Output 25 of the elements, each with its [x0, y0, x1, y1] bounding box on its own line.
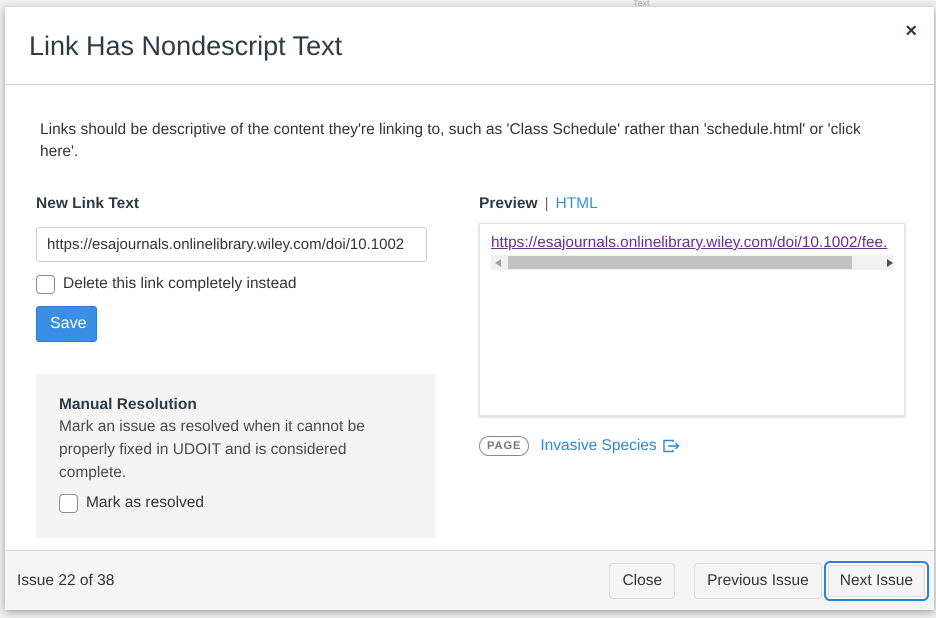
- preview-tab[interactable]: Preview: [479, 194, 538, 214]
- panel-description: Mark an issue as resolved when it cannot be properly fixed in UDOIT and is considered complete.: [59, 417, 366, 483]
- scrollbar-thumb[interactable]: [508, 256, 852, 269]
- dialog-title: Link Has Nondescript Text: [29, 30, 342, 62]
- footer-button[interactable]: Close: [609, 562, 676, 598]
- checkbox-label: Delete this link completely instead: [63, 274, 296, 294]
- tab-separator: |: [544, 194, 549, 214]
- close-button[interactable]: ×: [904, 21, 918, 41]
- scroll-right-icon[interactable]: [887, 258, 893, 266]
- description-text: Links should be descriptive of the content they're linking to, such as 'Class Schedule' rather than 'schedule.html' or 'click here'.: [40, 120, 862, 162]
- scroll-left-icon[interactable]: [495, 258, 501, 266]
- checkbox[interactable]: [59, 494, 78, 512]
- field-label: New Link Text: [36, 194, 140, 214]
- checkbox-label: Mark as resolved: [86, 493, 204, 513]
- background-text: Text: [633, 0, 650, 7]
- checkbox[interactable]: [36, 274, 55, 294]
- issue-counter: Issue 22 of 38: [17, 570, 114, 590]
- preview-link[interactable]: https://esajournals.onlinelibrary.wiley.com/doi/10.1002/fee.: [491, 234, 888, 252]
- footer-button[interactable]: Previous Issue: [694, 562, 822, 598]
- panel-title: Manual Resolution: [59, 395, 197, 415]
- link-text-input[interactable]: https://esajournals.onlinelibrary.wiley.com/doi/10.1002: [36, 227, 427, 262]
- footer-button[interactable]: Next Issue: [824, 560, 929, 600]
- external-link-icon: [662, 439, 680, 453]
- page-badge: PAGE: [479, 436, 530, 456]
- source-page-link[interactable]: Invasive Species: [540, 436, 680, 456]
